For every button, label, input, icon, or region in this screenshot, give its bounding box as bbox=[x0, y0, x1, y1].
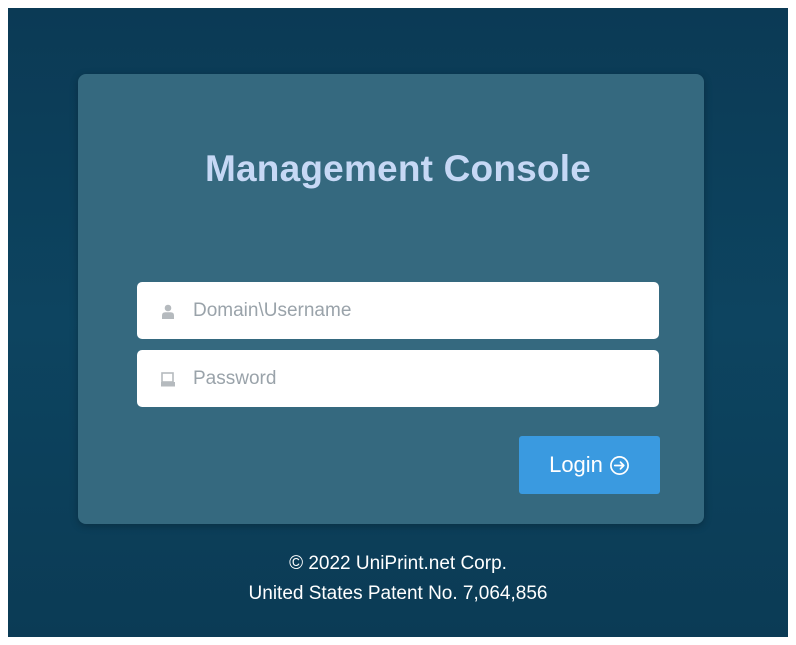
login-button[interactable]: Login bbox=[519, 436, 660, 494]
page-title: Management Console bbox=[205, 148, 591, 189]
login-button-label: Login bbox=[549, 452, 603, 477]
username-field[interactable] bbox=[137, 282, 659, 339]
password-input[interactable] bbox=[193, 350, 643, 407]
copyright-text: © 2022 UniPrint.net Corp. bbox=[289, 553, 507, 574]
password-field[interactable] bbox=[137, 350, 659, 407]
user-icon bbox=[162, 304, 174, 319]
lock-icon bbox=[161, 372, 175, 387]
patent-text: United States Patent No. 7,064,856 bbox=[248, 583, 548, 604]
username-input[interactable] bbox=[193, 282, 643, 339]
arrow-right-circle-icon bbox=[609, 455, 629, 475]
